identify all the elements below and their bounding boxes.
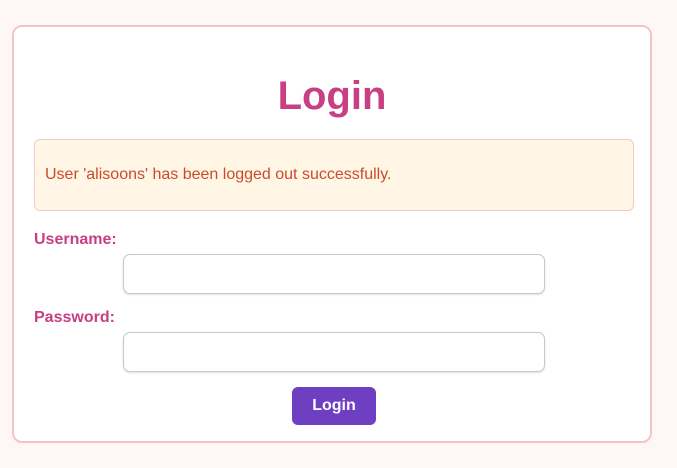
logout-alert: User 'alisoons' has been logged out succ… <box>34 139 634 211</box>
login-card: Login User 'alisoons' has been logged ou… <box>12 25 652 443</box>
page-title: Login <box>277 74 387 118</box>
username-input[interactable] <box>123 254 545 294</box>
alert-message: User 'alisoons' has been logged out succ… <box>45 166 392 183</box>
password-label: Password: <box>34 309 115 326</box>
username-label: Username: <box>34 231 117 248</box>
password-input[interactable] <box>123 332 545 372</box>
login-button[interactable]: Login <box>292 387 376 425</box>
